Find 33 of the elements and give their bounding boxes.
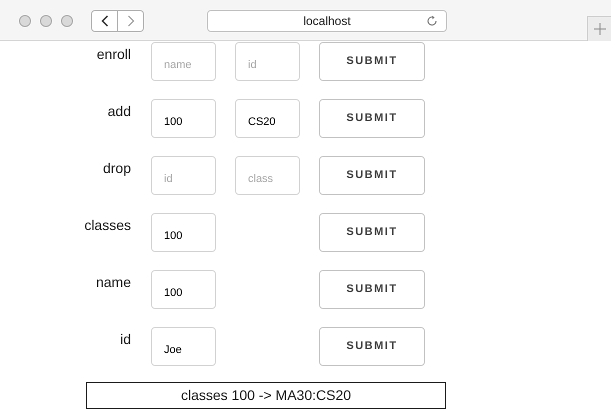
- window-control-icon[interactable]: [19, 15, 31, 27]
- input-field[interactable]: 100: [151, 213, 216, 252]
- window-control-icon[interactable]: [40, 15, 52, 27]
- input-field[interactable]: CS20: [235, 99, 300, 138]
- submit-button[interactable]: SUBMIT: [319, 327, 425, 366]
- form-label: add: [108, 102, 131, 121]
- window-control-icon[interactable]: [61, 15, 73, 27]
- form-label: classes: [84, 216, 131, 235]
- submit-button[interactable]: SUBMIT: [319, 213, 425, 252]
- address-bar[interactable]: localhost: [207, 10, 447, 32]
- address-text: localhost: [303, 13, 351, 30]
- form-label: enroll: [96, 45, 131, 64]
- reload-icon[interactable]: [426, 15, 438, 27]
- input-field[interactable]: id: [235, 42, 300, 81]
- input-field[interactable]: 100: [151, 270, 216, 309]
- new-tab-button[interactable]: [587, 16, 611, 41]
- input-field[interactable]: id: [151, 156, 216, 195]
- submit-button[interactable]: SUBMIT: [319, 156, 425, 195]
- form-label: drop: [102, 159, 131, 178]
- plus-icon: [594, 23, 606, 35]
- input-field[interactable]: class: [235, 156, 300, 195]
- chevron-left-icon: [100, 15, 108, 27]
- chevron-right-icon: [126, 15, 134, 27]
- input-field[interactable]: name: [151, 42, 216, 81]
- submit-button[interactable]: SUBMIT: [319, 99, 425, 138]
- input-field[interactable]: 100: [151, 99, 216, 138]
- output-box: classes 100 -> MA30:CS20: [86, 382, 446, 409]
- submit-button[interactable]: SUBMIT: [319, 42, 425, 81]
- form-label: name: [96, 273, 131, 292]
- submit-button[interactable]: SUBMIT: [319, 270, 425, 309]
- input-field[interactable]: Joe: [151, 327, 216, 366]
- back-button[interactable]: [91, 10, 118, 32]
- form-label: id: [120, 330, 131, 349]
